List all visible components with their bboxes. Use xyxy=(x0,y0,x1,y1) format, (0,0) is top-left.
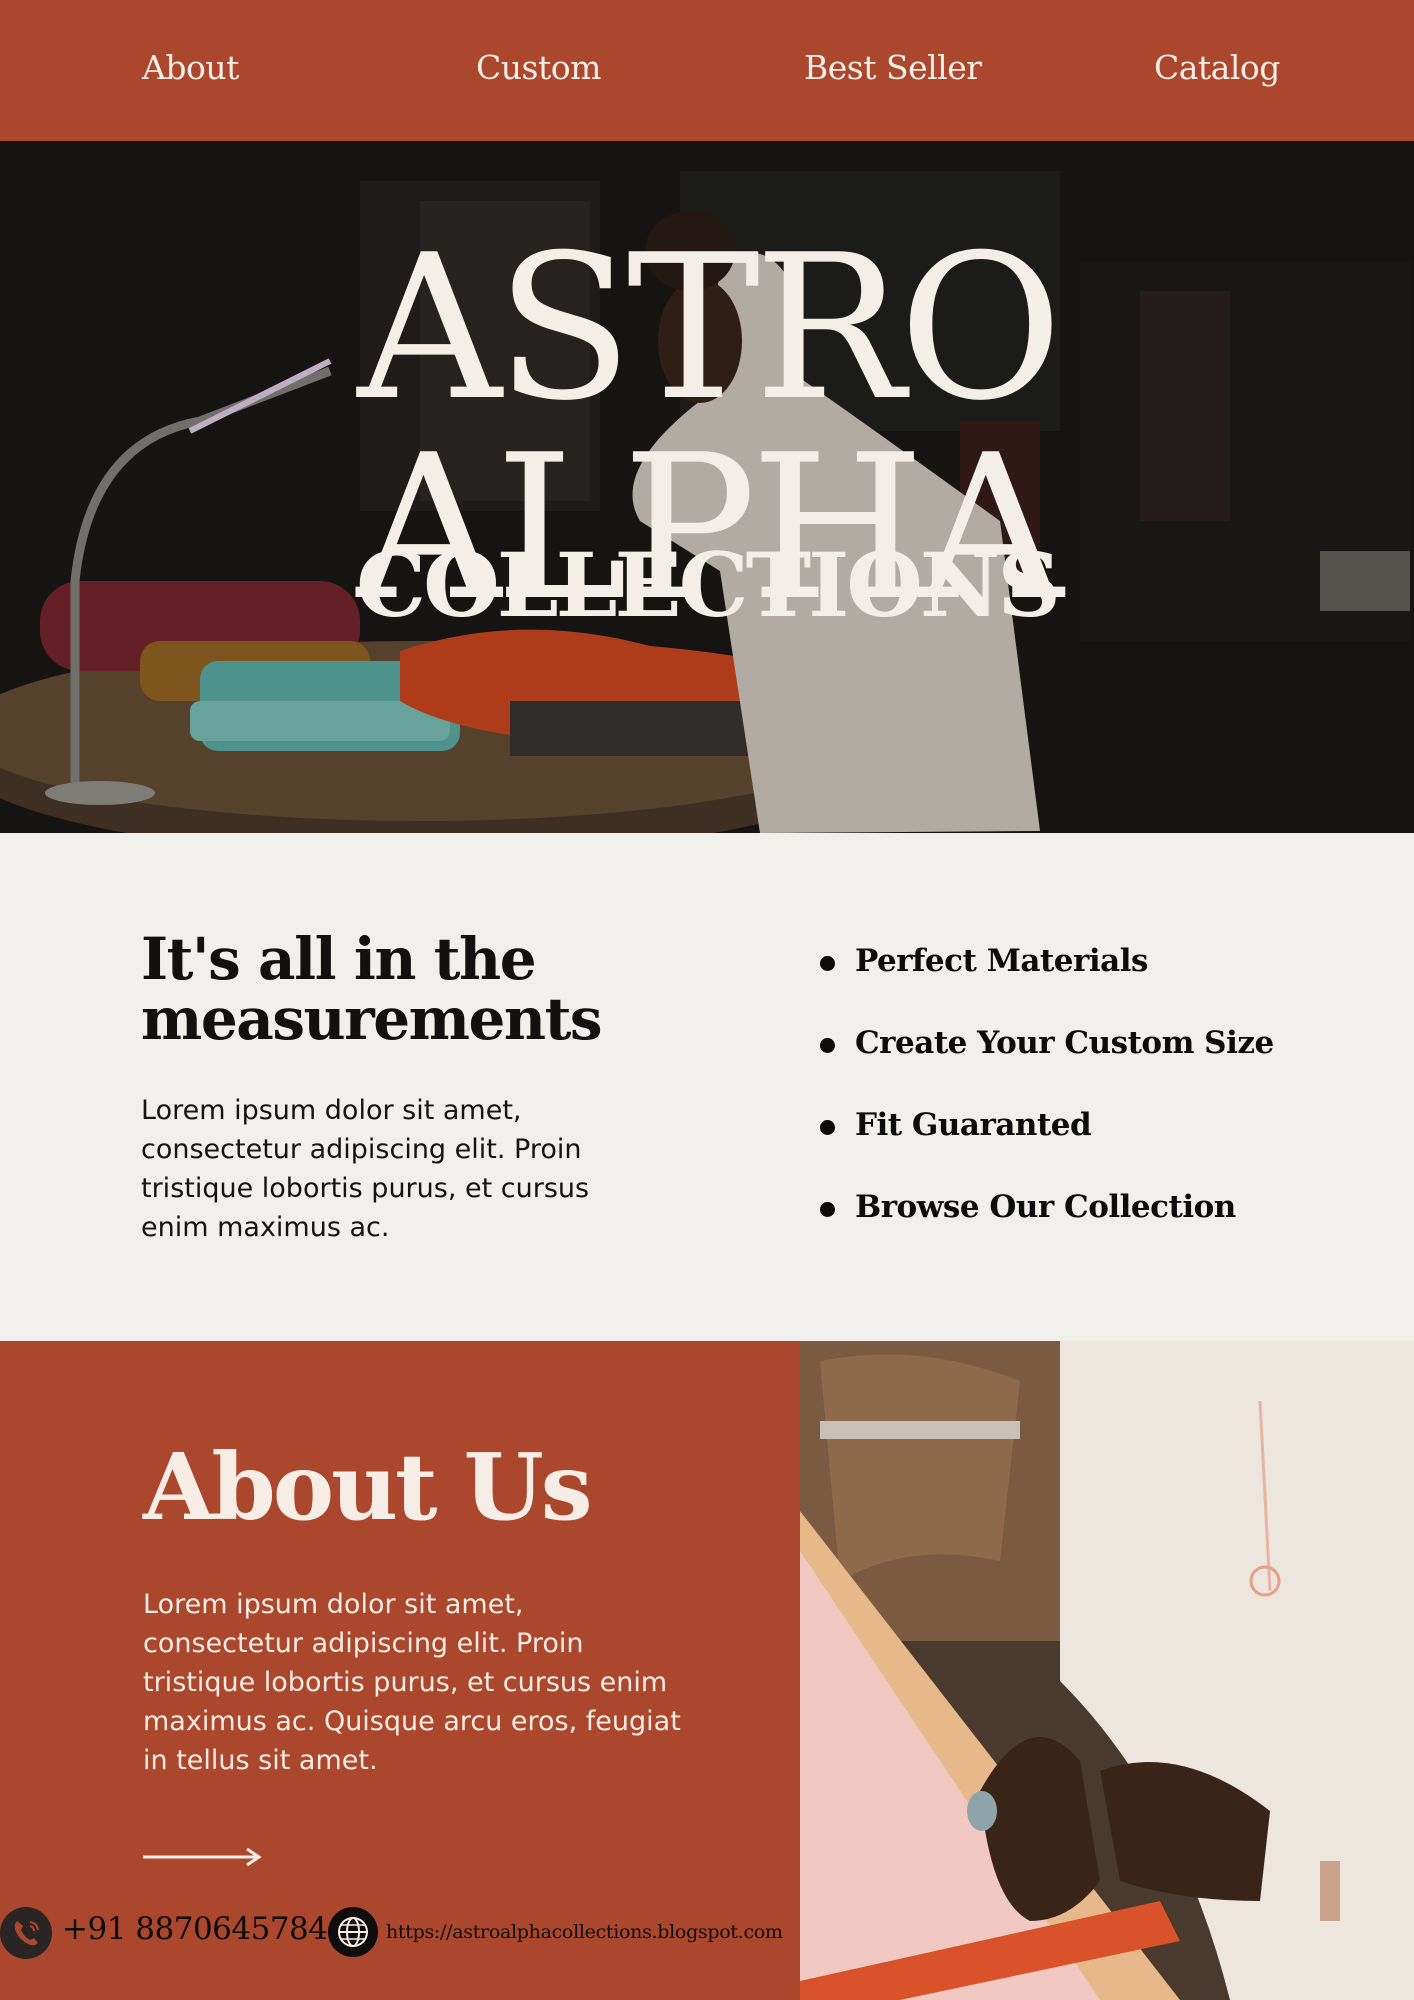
bullet-icon xyxy=(820,1202,835,1217)
measurements-section: It's all in the measurements Lorem ipsum… xyxy=(0,833,1414,1341)
top-nav: About Custom Best Seller Catalog xyxy=(0,0,1414,141)
about-section: About Us Lorem ipsum dolor sit amet, con… xyxy=(0,1341,800,2000)
about-body: Lorem ipsum dolor sit amet, consectetur … xyxy=(143,1589,681,1776)
globe-icon xyxy=(328,1907,378,1957)
feature-item: Browse Our Collection xyxy=(820,1189,1274,1271)
nav-custom-link[interactable]: Custom xyxy=(476,48,601,87)
bullet-icon xyxy=(820,1038,835,1053)
tailoring-photo xyxy=(800,1341,1414,2000)
hero-section: ASTRO ALPHA COLLECTIONS xyxy=(0,141,1414,833)
nav-catalog-link[interactable]: Catalog xyxy=(1154,48,1280,87)
feature-label: Perfect Materials xyxy=(855,943,1148,979)
feature-label: Create Your Custom Size xyxy=(855,1025,1274,1061)
feature-label: Fit Guaranted xyxy=(855,1107,1092,1143)
feature-item: Fit Guaranted xyxy=(820,1107,1274,1189)
nav-about-link[interactable]: About xyxy=(142,48,239,87)
feature-item: Perfect Materials xyxy=(820,943,1274,1025)
about-title: About Us xyxy=(143,1433,593,1541)
bullet-icon xyxy=(820,1120,835,1135)
measurements-heading: It's all in the measurements xyxy=(141,925,603,1053)
phone-icon xyxy=(0,1907,52,1959)
contact-bar: +91 8870645784 https://astroalphacollect… xyxy=(0,1905,800,1961)
feature-label: Browse Our Collection xyxy=(855,1189,1236,1225)
phone-number[interactable]: +91 8870645784 xyxy=(62,1911,328,1947)
website-link[interactable]: https://astroalphacollections.blogspot.c… xyxy=(386,1921,783,1943)
arrow-right-icon[interactable] xyxy=(143,1847,263,1867)
bullet-icon xyxy=(820,956,835,971)
feature-item: Create Your Custom Size xyxy=(820,1025,1274,1107)
features-list: Perfect Materials Create Your Custom Siz… xyxy=(820,943,1274,1271)
hero-subtitle: COLLECTIONS xyxy=(356,533,1061,637)
measurements-body: Lorem ipsum dolor sit amet, consectetur … xyxy=(141,1095,590,1243)
nav-best-seller-link[interactable]: Best Seller xyxy=(804,48,982,87)
